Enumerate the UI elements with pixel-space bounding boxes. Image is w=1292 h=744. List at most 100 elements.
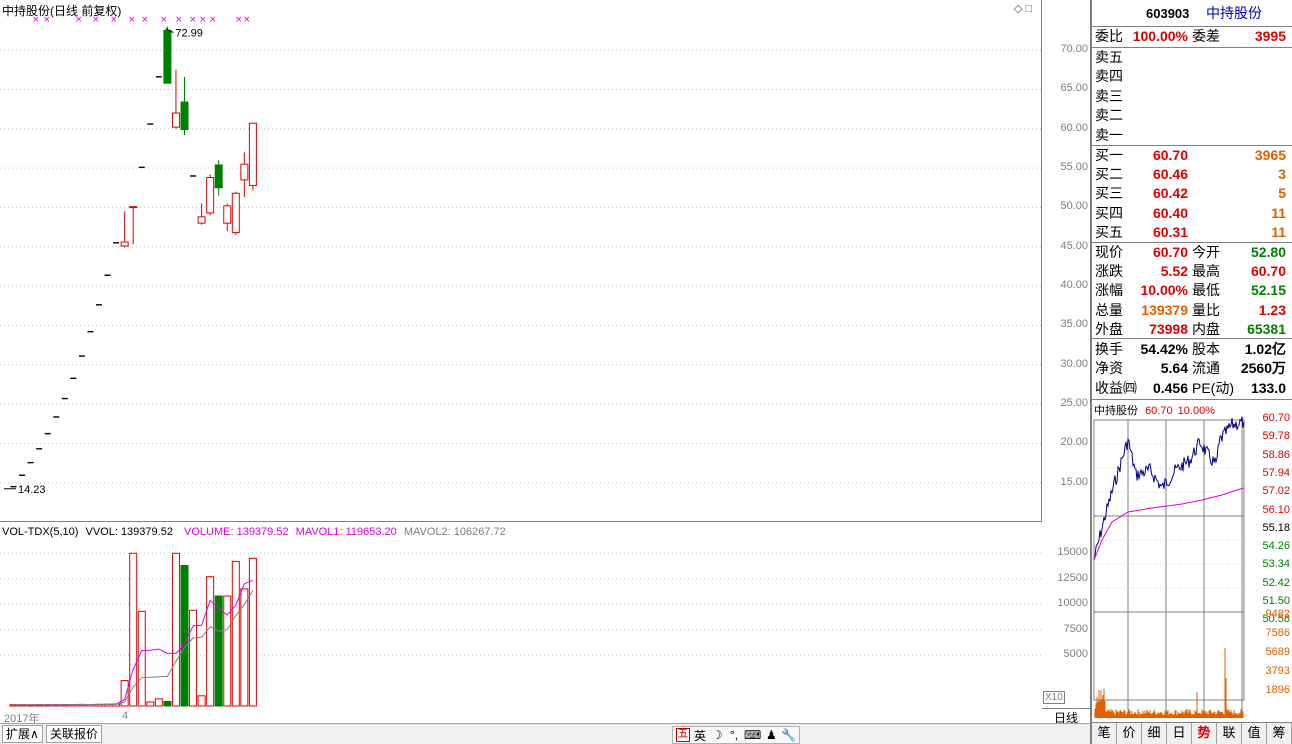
expand-tab[interactable]: 扩展∧ — [2, 725, 43, 743]
ime-punctuation-icon[interactable]: °, — [727, 728, 741, 742]
info-label: 换手 — [1095, 341, 1123, 357]
ime-toolbar[interactable]: 五 英 ☽ °, ⌨ ♟ 🔧 — [672, 726, 801, 744]
intraday-volume-tick: 9482 — [1265, 608, 1290, 620]
mavol1-value: MAVOL1: 119653.20 — [295, 526, 397, 538]
stock-code: 603903 — [1146, 6, 1190, 21]
stock-header: 603903 中持股份 — [1094, 4, 1290, 24]
weicha-label: 委差 — [1192, 28, 1220, 44]
quote-tab-3[interactable]: 日 — [1167, 723, 1192, 744]
info-label: 股本 — [1192, 341, 1220, 357]
ask-row: 卖三 — [1094, 87, 1290, 106]
quote-tab-0[interactable]: 笔 — [1092, 723, 1117, 744]
bid-volume: 11 — [1271, 223, 1286, 240]
ask-row: 卖二 — [1094, 106, 1290, 125]
price-tick: 30.00 — [1060, 357, 1088, 370]
ime-settings-icon[interactable]: 🔧 — [781, 728, 796, 742]
intraday-volume-tick: 3793 — [1265, 665, 1290, 677]
price-tick: 45.00 — [1060, 239, 1088, 252]
ask-row: 卖五 — [1094, 48, 1290, 67]
ime-english-toggle[interactable]: 英 — [693, 727, 707, 744]
bid-label: 买四 — [1095, 204, 1123, 221]
volume-tick: 10000 — [1057, 597, 1088, 610]
volume-bar — [197, 695, 206, 707]
volume-axis: 15000 12500 10000 7500 5000 — [1042, 524, 1090, 710]
vvol-value: VVOL: 139379.52 — [85, 526, 173, 538]
volume-bar — [171, 552, 180, 707]
info-value: 54.42% — [1140, 341, 1188, 357]
candle — [214, 160, 223, 196]
ask-label: 卖三 — [1095, 87, 1123, 104]
volume-bar — [163, 700, 172, 707]
event-marker: × — [199, 15, 207, 25]
candle — [197, 203, 206, 225]
info-row: 收益㈣ 0.456 PE(动) 133.0 — [1094, 379, 1290, 398]
stat-value: 52.80 — [1250, 244, 1286, 260]
quote-tab-1[interactable]: 价 — [1117, 723, 1142, 744]
candle — [248, 122, 257, 191]
intraday-price-tick: 57.02 — [1262, 485, 1290, 498]
stat-value: 5.52 — [1160, 263, 1188, 280]
intraday-price-tick: 54.26 — [1262, 540, 1290, 553]
diamond-icon[interactable]: ◇ — [1014, 3, 1022, 15]
stat-label: 涨幅 — [1095, 282, 1123, 299]
ime-keyboard-icon[interactable]: ⌨ — [744, 728, 761, 742]
chart-controls[interactable]: ◇ □ — [1014, 2, 1032, 15]
ask-label: 卖五 — [1095, 49, 1123, 65]
intraday-volume-tick: 5689 — [1265, 646, 1290, 658]
bid-volume: 3965 — [1254, 147, 1286, 163]
info-value: 133.0 — [1250, 379, 1286, 396]
related-quotes-tab[interactable]: 关联报价 — [46, 725, 103, 743]
candle — [231, 191, 240, 235]
ask-row: 卖一 — [1094, 126, 1290, 145]
info-value: 2560万 — [1240, 360, 1286, 377]
square-icon[interactable]: □ — [1026, 3, 1033, 15]
event-marker: × — [175, 15, 183, 25]
weicha-value: 3995 — [1254, 28, 1286, 44]
info-value: 1.02亿 — [1244, 341, 1286, 357]
quote-tab-7[interactable]: 筹 — [1267, 723, 1292, 744]
quote-tab-6[interactable]: 值 — [1242, 723, 1267, 744]
event-marker: × — [235, 15, 243, 25]
quote-tab-5[interactable]: 联 — [1217, 723, 1242, 744]
intraday-price: 60.70 — [1145, 405, 1173, 417]
ime-halfwidth-icon[interactable]: ☽ — [710, 728, 724, 742]
volume-chart[interactable] — [0, 524, 1041, 710]
intraday-price-tick: 58.86 — [1262, 448, 1290, 461]
info-row: 净资 5.64 流通 2560万 — [1094, 359, 1290, 378]
min-price-label: 14.23 — [18, 484, 46, 496]
stock-name: 中持股份 — [1206, 5, 1262, 21]
intraday-price-tick: 59.78 — [1262, 430, 1290, 443]
intraday-frame — [1093, 419, 1245, 701]
chart-title: 中持股份(日线 前复权) — [2, 4, 122, 18]
bid-row: 买三 60.42 5 — [1094, 184, 1290, 203]
intraday-title: 中持股份 60.70 10.00% — [1094, 402, 1215, 418]
bid-price: 60.46 — [1152, 166, 1188, 183]
ask-label: 卖一 — [1095, 126, 1123, 143]
weibi-value: 100.00% — [1132, 28, 1188, 44]
intraday-price-line — [1093, 416, 1245, 561]
stat-value: 1.23 — [1258, 301, 1286, 318]
weibi-label: 委比 — [1095, 28, 1123, 44]
stats-row: 涨跌 5.52 最高 60.70 — [1094, 262, 1290, 281]
ime-user-icon[interactable]: ♟ — [764, 728, 778, 742]
quote-tab-2[interactable]: 细 — [1142, 723, 1167, 744]
ime-mode-icon[interactable]: 五 — [676, 728, 690, 742]
intraday-volume-tick: 1896 — [1265, 684, 1290, 696]
quote-tab-4[interactable]: 势 — [1192, 723, 1217, 744]
event-marker: × — [128, 15, 136, 25]
stat-label: 今开 — [1192, 244, 1220, 260]
volume-scale-badge: X10 — [1043, 691, 1065, 704]
info-label: PE(动) — [1192, 379, 1234, 396]
candle — [206, 174, 215, 216]
intraday-chart[interactable]: 中持股份 60.70 10.00% 60.70 59.78 58.86 57.94 57… — [1092, 400, 1292, 722]
info-value: 0.456 — [1152, 379, 1188, 396]
price-tick: 55.00 — [1060, 161, 1088, 174]
kline-chart[interactable]: × × × × × × × × × × × × × × 72.99 14.23 中持股份(日线 前复权) ◇ … — [0, 0, 1042, 522]
volume-tick: 15000 — [1057, 546, 1088, 559]
bottom-toolbar: 扩展∧ 关联报价 五 英 ☽ °, ⌨ ♟ 🔧 — [0, 723, 1090, 744]
ask-label: 卖二 — [1095, 107, 1123, 124]
intraday-price-tick: 52.42 — [1262, 576, 1290, 589]
volume-bar — [129, 552, 138, 707]
period-label[interactable]: 日线 — [1042, 708, 1090, 725]
intraday-price-tick: 56.10 — [1262, 503, 1290, 516]
